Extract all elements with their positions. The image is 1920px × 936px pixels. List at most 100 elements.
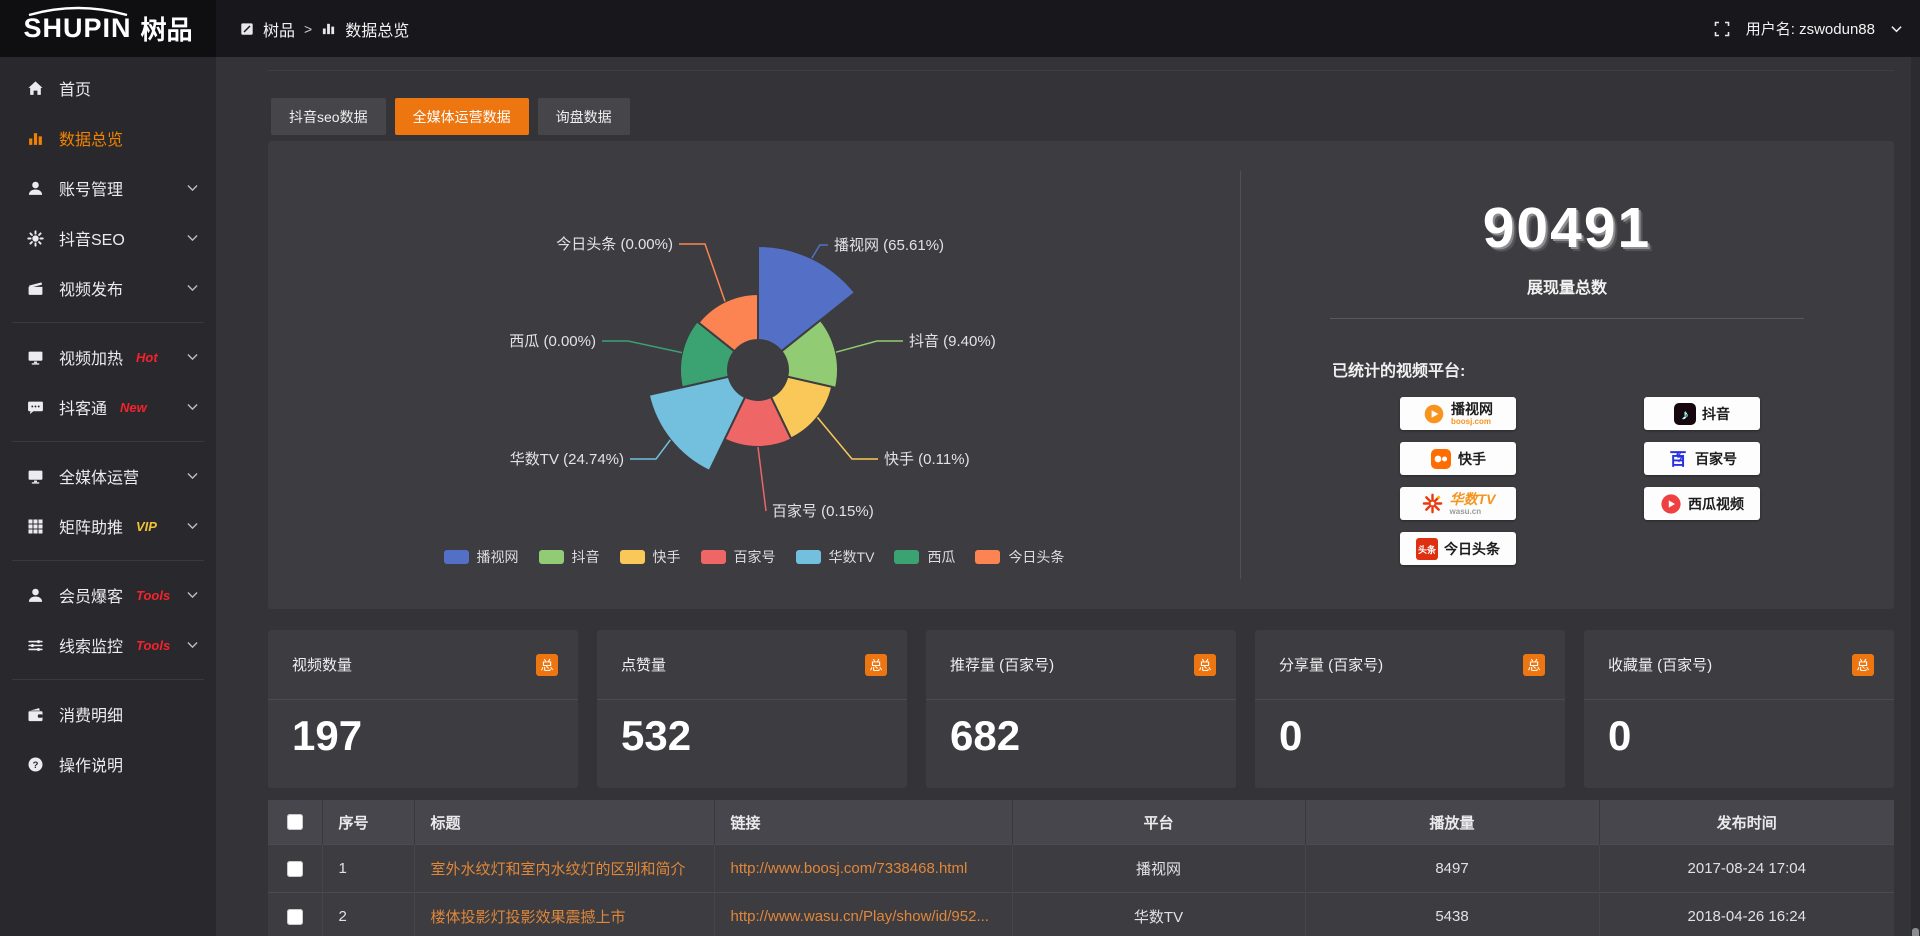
column-header-序号: 序号 (322, 800, 414, 845)
total-badge[interactable]: 总 (865, 654, 887, 676)
sidebar-item-矩阵助推[interactable]: 矩阵助推VIP (0, 501, 216, 551)
tab-询盘数据[interactable]: 询盘数据 (538, 98, 630, 135)
stat-card-value: 197 (268, 700, 578, 760)
sidebar-item-抖客通[interactable]: 抖客通New (0, 382, 216, 432)
row-checkbox[interactable] (287, 861, 303, 877)
sidebar-item-label: 视频发布 (59, 276, 123, 300)
chart-legend: 播视网 抖音 快手百家号华数TV 西瓜 今日头条 (268, 547, 1240, 567)
platform-name: 今日头条 (1444, 542, 1500, 556)
legend-item-今日头条[interactable]: 今日头条 (975, 547, 1064, 567)
select-all-checkbox[interactable] (287, 814, 303, 830)
total-impressions-value: 90491 (1240, 195, 1894, 261)
stat-card-推荐量 (百家号): 推荐量 (百家号)总682 (926, 630, 1236, 788)
sidebar-item-操作说明[interactable]: ?操作说明 (0, 739, 216, 789)
sidebar-item-label: 全媒体运营 (59, 464, 139, 488)
platform-badge-快手[interactable]: 快手 (1400, 442, 1516, 475)
legend-item-快手[interactable]: 快手 (620, 547, 681, 567)
stat-card-label: 分享量 (百家号) (1279, 654, 1383, 675)
legend-item-西瓜[interactable]: 西瓜 (894, 547, 955, 567)
stat-card-header: 推荐量 (百家号)总 (926, 630, 1236, 700)
legend-label: 今日头条 (1008, 547, 1064, 567)
breadcrumb-separator: > (304, 21, 312, 37)
title-cell-link[interactable]: 楼体投影灯投影效果震撼上市 (431, 906, 713, 927)
column-header-标题: 标题 (414, 800, 714, 845)
stat-card-header: 收藏量 (百家号)总 (1584, 630, 1894, 700)
header-actions: 用户名: zswodun88 (1714, 0, 1902, 57)
url-cell-link[interactable]: http://www.boosj.com/7338468.html (731, 860, 1011, 877)
stat-card-label: 点赞量 (621, 654, 666, 675)
platform-badge-百家号[interactable]: 百百家号 (1644, 442, 1760, 475)
brand-logo[interactable]: SHUPIN 树品 (0, 0, 216, 57)
sidebar-item-账号管理[interactable]: 账号管理 (0, 163, 216, 213)
legend-marker (701, 550, 726, 564)
stat-card-value: 532 (597, 700, 907, 760)
kuaishou-logo-icon (1430, 448, 1452, 470)
sidebar-divider (12, 560, 204, 561)
tab-全媒体运营数据[interactable]: 全媒体运营数据 (395, 98, 529, 135)
legend-label: 抖音 (572, 547, 600, 567)
pie-slice-华数TV[interactable] (649, 377, 745, 471)
pie-label: 抖音 (9.40%) (909, 333, 996, 350)
videos-table-wrap: 序号标题链接平台播放量发布时间1室外水纹灯和室内水纹灯的区别和简介http://… (268, 800, 1894, 936)
total-badge[interactable]: 总 (536, 654, 558, 676)
username-label[interactable]: 用户名: zswodun88 (1746, 18, 1875, 39)
total-badge[interactable]: 总 (1852, 654, 1874, 676)
platform-name: 快手 (1458, 452, 1486, 466)
platform-badge-抖音[interactable]: ♪♪抖音 (1644, 397, 1760, 430)
platforms-grid: 播视网boosj.com 快手华数TVwasu.cn 头条今日头条 ♪♪抖音百百家号… (1240, 397, 1894, 587)
sidebar-item-视频加热[interactable]: 视频加热Hot (0, 332, 216, 382)
title-cell-link[interactable]: 室外水纹灯和室内水纹灯的区别和简介 (431, 858, 713, 879)
platform-badge-今日头条[interactable]: 头条今日头条 (1400, 532, 1516, 565)
platform-badge-华数TV[interactable]: 华数TVwasu.cn (1400, 487, 1516, 520)
sliders-icon (26, 637, 45, 654)
chevron-down-icon (187, 284, 198, 292)
sidebar-divider (12, 441, 204, 442)
sidebar-item-首页[interactable]: 首页 (0, 63, 216, 113)
platform-text: 西瓜视频 (1688, 497, 1744, 511)
pie-label-line (812, 245, 828, 258)
stat-card-视频数量: 视频数量总197 (268, 630, 578, 788)
platform-badge-播视网[interactable]: 播视网boosj.com (1400, 397, 1516, 430)
sidebar-item-全媒体运营[interactable]: 全媒体运营 (0, 451, 216, 501)
legend-marker (894, 550, 919, 564)
wallet-icon (26, 706, 45, 723)
stat-card-value: 682 (926, 700, 1236, 760)
total-badge[interactable]: 总 (1523, 654, 1545, 676)
fullscreen-icon[interactable] (1714, 21, 1730, 37)
time-cell: 2018-04-26 16:24 (1599, 893, 1894, 936)
sidebar-item-label: 矩阵助推 (59, 514, 123, 538)
sidebar-item-抖音SEO[interactable]: 抖音SEO (0, 213, 216, 263)
douyin-logo-icon: ♪♪ (1674, 403, 1696, 425)
sidebar-item-会员爆客[interactable]: 会员爆客Tools (0, 570, 216, 620)
chevron-down-icon (187, 472, 198, 480)
legend-item-播视网[interactable]: 播视网 (444, 547, 519, 567)
sidebar-item-线索监控[interactable]: 线索监控Tools (0, 620, 216, 670)
url-cell: http://www.boosj.com/7338468.html (714, 845, 1012, 893)
total-badge[interactable]: 总 (1194, 654, 1216, 676)
legend-item-华数TV[interactable]: 华数TV (796, 547, 875, 567)
legend-item-百家号[interactable]: 百家号 (701, 547, 776, 567)
sidebar-item-label: 首页 (59, 76, 91, 100)
legend-marker (975, 550, 1000, 564)
platform-sub: wasu.cn (1450, 508, 1482, 516)
pie-label-line (836, 341, 903, 352)
breadcrumb-item[interactable]: 树品 (263, 17, 295, 41)
chevron-down-icon (187, 184, 198, 192)
stat-card-收藏量 (百家号): 收藏量 (百家号)总0 (1584, 630, 1894, 788)
legend-item-抖音[interactable]: 抖音 (539, 547, 600, 567)
sidebar-item-消费明细[interactable]: 消费明细 (0, 689, 216, 739)
column-header-播放量: 播放量 (1305, 800, 1599, 845)
sidebar-item-数据总览[interactable]: 数据总览 (0, 113, 216, 163)
user-caret-down-icon[interactable] (1891, 25, 1902, 33)
platform-text: 华数TVwasu.cn (1450, 492, 1496, 516)
tab-抖音seo数据[interactable]: 抖音seo数据 (271, 98, 386, 135)
legend-label: 快手 (653, 547, 681, 567)
row-checkbox[interactable] (287, 909, 303, 925)
platform-badge-西瓜视频[interactable]: 西瓜视频 (1644, 487, 1760, 520)
sidebar-item-视频发布[interactable]: 视频发布 (0, 263, 216, 313)
scrollbar-thumb[interactable] (1912, 928, 1919, 936)
url-cell-link[interactable]: http://www.wasu.cn/Play/show/id/952... (731, 908, 1011, 925)
scrollbar-track[interactable] (1911, 57, 1920, 936)
sidebar-item-badge: Hot (136, 350, 158, 365)
videos-table: 序号标题链接平台播放量发布时间1室外水纹灯和室内水纹灯的区别和简介http://… (268, 800, 1894, 936)
